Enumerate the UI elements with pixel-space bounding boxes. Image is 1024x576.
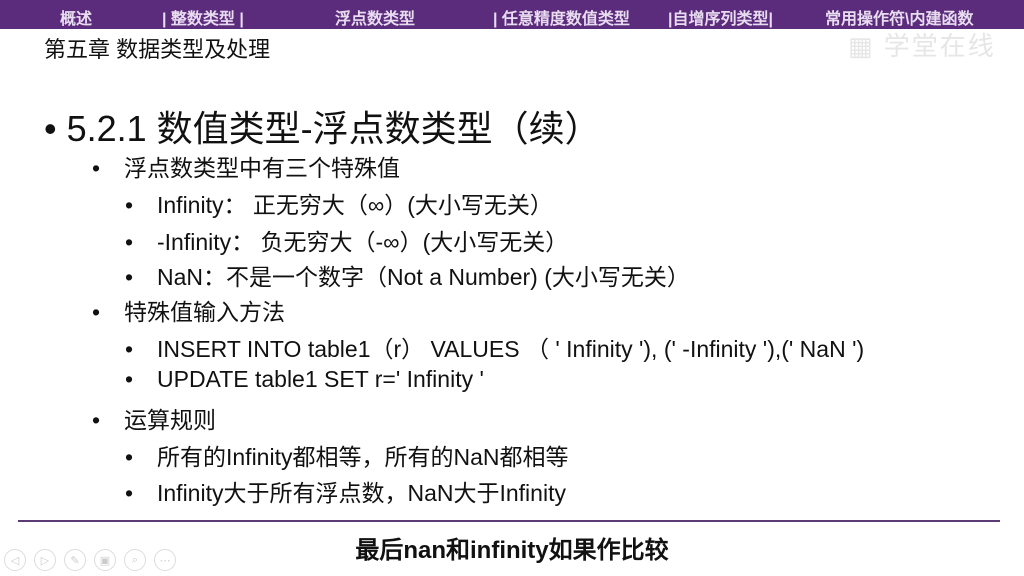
slide-title: • 5.2.1 数值类型-浮点数类型（续）	[44, 108, 601, 149]
watermark-logo: ▦ 学堂在线	[848, 31, 996, 61]
sub-bullet: • UPDATE table1 SET r=' Infinity '	[125, 366, 484, 392]
bullet: • 浮点数类型中有三个特殊值	[92, 155, 400, 181]
chapter-title: 第五章 数据类型及处理	[44, 37, 271, 62]
nav-item[interactable]: |自增序列类型|	[668, 5, 773, 29]
nav-item[interactable]: 概述	[60, 5, 92, 29]
sub-bullet: • Infinity： 正无穷大（∞）(大小写无关）	[125, 192, 553, 218]
sub-bullet: • Infinity大于所有浮点数，NaN大于Infinity	[125, 480, 566, 506]
nav-item[interactable]: | 任意精度数值类型	[493, 5, 630, 29]
next-icon[interactable]: ▷	[34, 549, 56, 571]
bullet: • 运算规则	[92, 407, 216, 433]
sub-bullet: • INSERT INTO table1（r） VALUES （ ' Infini…	[125, 336, 865, 362]
divider	[18, 520, 1000, 522]
sub-bullet: • 所有的Infinity都相等，所有的NaN都相等	[125, 444, 569, 470]
section-nav: 概述 | 整数类型 | 浮点数类型 | 任意精度数值类型 |自增序列类型| 常用…	[0, 0, 1024, 29]
bullet: • 特殊值输入方法	[92, 299, 285, 325]
sub-bullet: • NaN：不是一个数字（Not a Number) (大小写无关）	[125, 264, 690, 290]
nav-item[interactable]: 浮点数类型	[335, 5, 415, 29]
slides-icon[interactable]: ▣	[94, 549, 116, 571]
slide-controls: ◁ ▷ ✎ ▣ ⌕ ⋯	[4, 549, 176, 571]
pen-icon[interactable]: ✎	[64, 549, 86, 571]
prev-icon[interactable]: ◁	[4, 549, 26, 571]
nav-item[interactable]: | 整数类型 |	[162, 5, 244, 29]
sub-bullet: • -Infinity： 负无穷大（-∞）(大小写无关）	[125, 229, 569, 255]
more-icon[interactable]: ⋯	[154, 549, 176, 571]
zoom-icon[interactable]: ⌕	[124, 549, 146, 571]
